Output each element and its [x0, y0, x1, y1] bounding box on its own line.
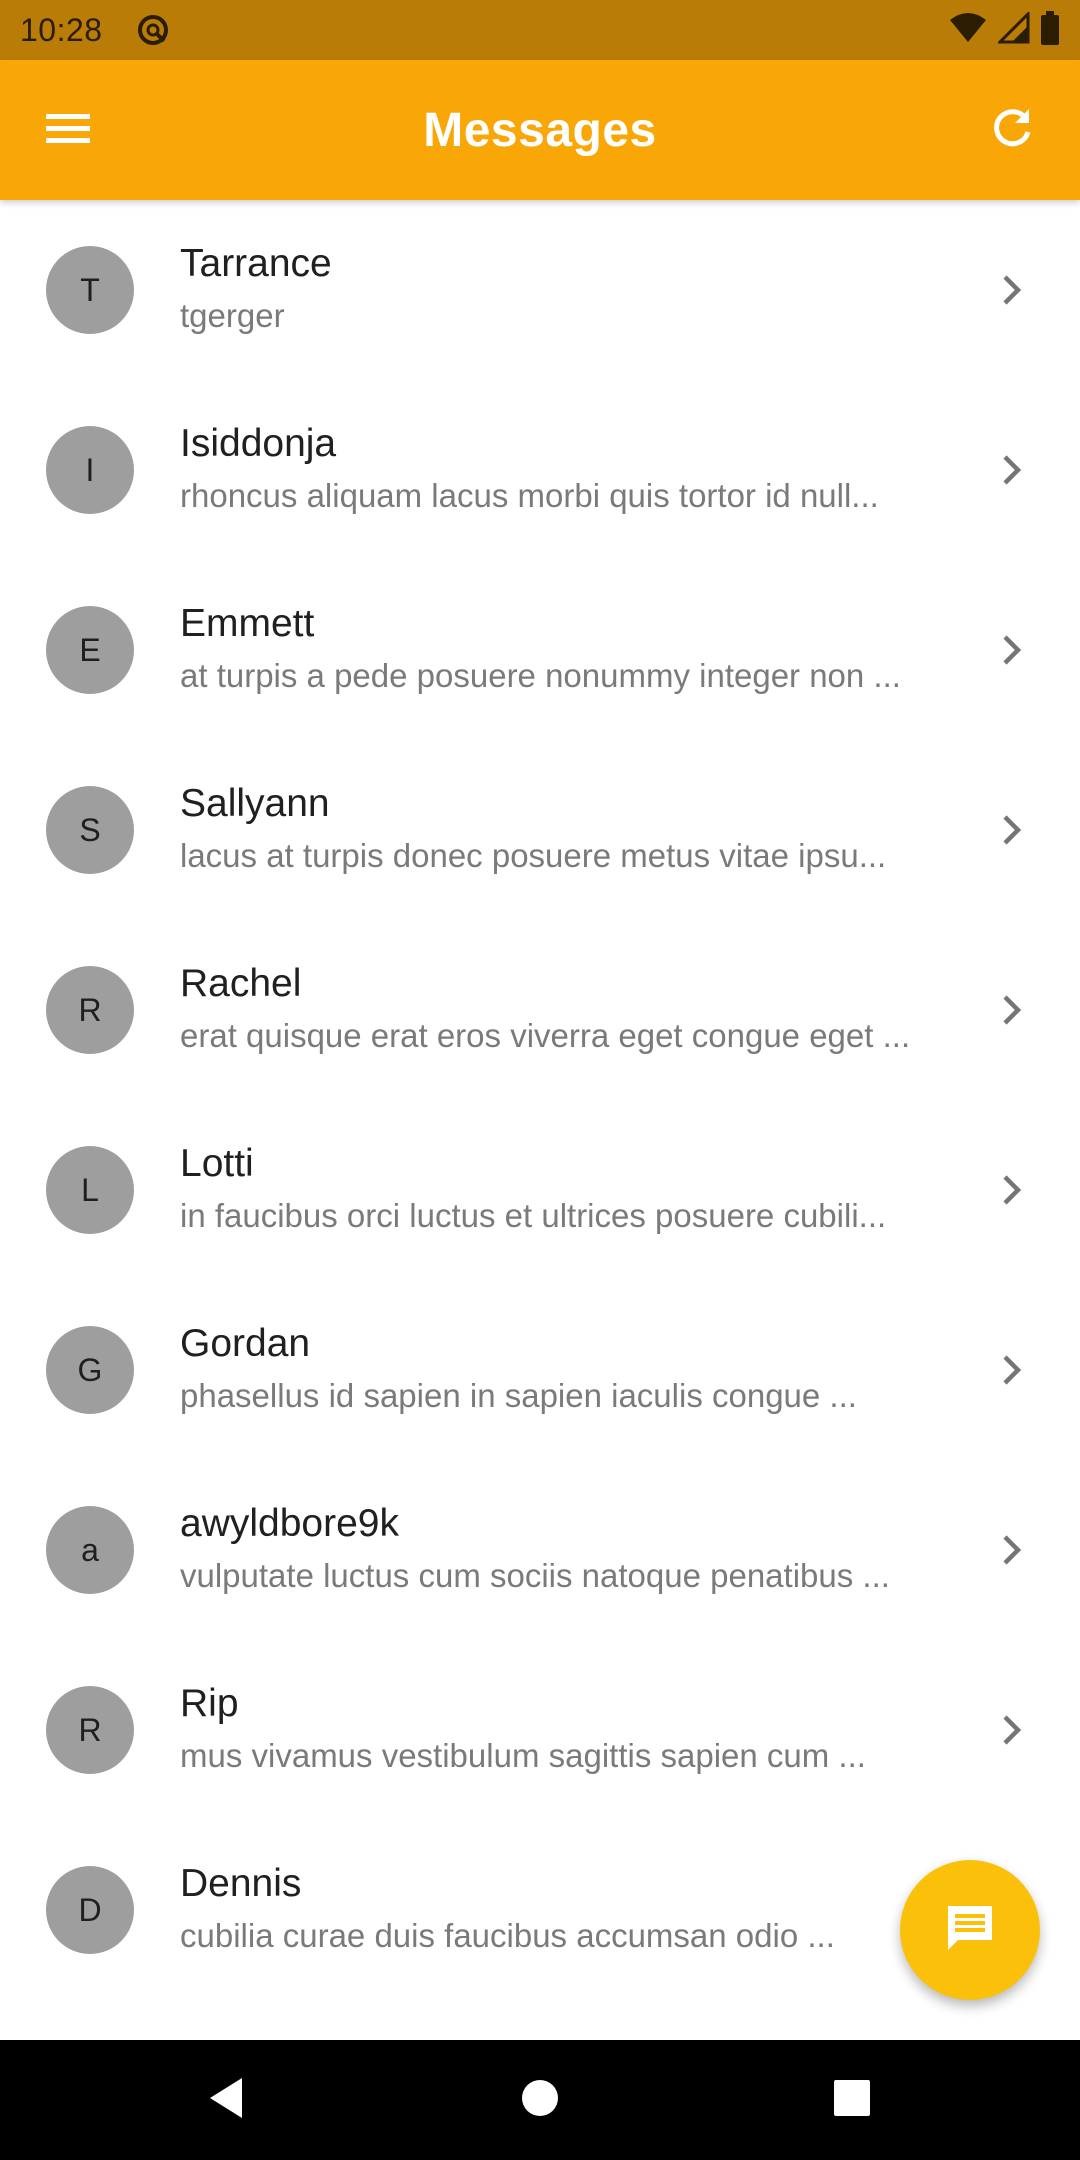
sender-name: awyldbore9k — [180, 1502, 399, 1545]
message-row[interactable]: T Tarrance tgerger — [0, 200, 1080, 380]
home-button[interactable] — [500, 2060, 580, 2140]
recents-button[interactable] — [812, 2060, 892, 2140]
status-time: 10:28 — [20, 11, 103, 48]
chevron-right-icon — [992, 990, 1032, 1030]
message-preview: rhoncus aliquam lacus morbi quis tortor … — [180, 477, 879, 514]
refresh-button[interactable] — [968, 86, 1056, 174]
message-preview: phasellus id sapien in sapien iaculis co… — [180, 1377, 857, 1414]
new-message-fab[interactable] — [900, 1860, 1040, 2000]
signal-icon — [996, 9, 1030, 49]
chevron-right-icon — [992, 1350, 1032, 1390]
message-row[interactable]: E Emmett at turpis a pede posuere nonumm… — [0, 560, 1080, 740]
sender-name: Isiddonja — [180, 422, 337, 465]
message-preview: vulputate luctus cum sociis natoque pena… — [180, 1557, 890, 1594]
message-icon — [942, 1900, 998, 1961]
sender-name: Sallyann — [180, 782, 330, 825]
chevron-right-icon — [992, 270, 1032, 310]
app-bar: Messages — [0, 60, 1080, 200]
chevron-right-icon — [992, 450, 1032, 490]
wifi-icon — [948, 12, 988, 49]
notification-icon — [135, 12, 171, 48]
avatar: D — [46, 1866, 134, 1954]
home-icon — [520, 2078, 560, 2123]
hamburger-menu-icon — [44, 110, 92, 151]
avatar: L — [46, 1146, 134, 1234]
sender-name: Rachel — [180, 962, 302, 1005]
sender-name: Gordan — [180, 1322, 311, 1365]
avatar: R — [46, 1686, 134, 1774]
message-row[interactable]: a awyldbore9k vulputate luctus cum socii… — [0, 1460, 1080, 1640]
recents-icon — [833, 2079, 871, 2122]
sender-name: Dennis — [180, 1862, 302, 1905]
avatar: a — [46, 1506, 134, 1594]
avatar: S — [46, 786, 134, 874]
avatar: R — [46, 966, 134, 1054]
avatar: I — [46, 426, 134, 514]
status-bar: 10:28 — [0, 0, 1080, 60]
back-icon — [206, 2076, 246, 2125]
chevron-right-icon — [992, 1170, 1032, 1210]
avatar: G — [46, 1326, 134, 1414]
battery-icon — [1040, 10, 1060, 50]
back-button[interactable] — [186, 2060, 266, 2140]
message-preview: erat quisque erat eros viverra eget cong… — [180, 1017, 911, 1054]
message-row[interactable]: G Gordan phasellus id sapien in sapien i… — [0, 1280, 1080, 1460]
chevron-right-icon — [992, 810, 1032, 850]
message-preview: lacus at turpis donec posuere metus vita… — [180, 837, 887, 874]
message-preview: in faucibus orci luctus et ultrices posu… — [180, 1197, 887, 1234]
message-row[interactable]: R Rip mus vivamus vestibulum sagittis sa… — [0, 1640, 1080, 1820]
message-preview: at turpis a pede posuere nonummy integer… — [180, 657, 901, 694]
sender-name: Tarrance — [180, 242, 332, 285]
status-indicators — [948, 9, 1060, 50]
message-preview: mus vivamus vestibulum sagittis sapien c… — [180, 1737, 866, 1774]
chevron-right-icon — [992, 1530, 1032, 1570]
chevron-right-icon — [992, 630, 1032, 670]
avatar: E — [46, 606, 134, 694]
sender-name: Rip — [180, 1682, 239, 1725]
message-row[interactable]: I Isiddonja rhoncus aliquam lacus morbi … — [0, 380, 1080, 560]
menu-button[interactable] — [24, 86, 112, 174]
sender-name: Emmett — [180, 602, 315, 645]
refresh-icon — [989, 105, 1035, 156]
system-navigation-bar — [0, 2040, 1080, 2160]
message-row[interactable]: S Sallyann lacus at turpis donec posuere… — [0, 740, 1080, 920]
message-preview: tgerger — [180, 297, 285, 334]
message-row[interactable]: R Rachel erat quisque erat eros viverra … — [0, 920, 1080, 1100]
sender-name: Lotti — [180, 1142, 254, 1185]
messages-screen: 10:28 Messages T Tarrance tgerger I Isid… — [0, 0, 1080, 2160]
message-row[interactable]: L Lotti in faucibus orci luctus et ultri… — [0, 1100, 1080, 1280]
message-list: T Tarrance tgerger I Isiddonja rhoncus a… — [0, 200, 1080, 2040]
page-title: Messages — [423, 103, 657, 157]
chevron-right-icon — [992, 1710, 1032, 1750]
avatar: T — [46, 246, 134, 334]
message-preview: cubilia curae duis faucibus accumsan odi… — [180, 1917, 835, 1954]
